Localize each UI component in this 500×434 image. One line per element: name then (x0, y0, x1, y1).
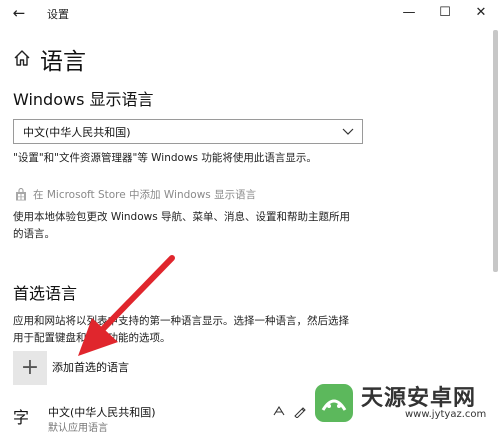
back-arrow-icon[interactable]: ← (8, 3, 30, 23)
preferred-description-line1: 应用和网站将以列表中支持的第一种语言显示。选择一种语言，然后选择 (13, 315, 349, 327)
add-language-button[interactable]: + (13, 351, 47, 385)
title-bar: ← 设置 — ☐ ✕ (0, 0, 500, 28)
handwriting-icon (294, 407, 306, 418)
watermark-url: www.jytyaz.com (405, 409, 487, 420)
preferred-languages-heading: 首选语言 (13, 284, 78, 303)
display-language-value: 中文(中华人民共和国) (23, 126, 131, 139)
display-language-description: "设置"和"文件资源管理器"等 Windows 功能将使用此语言显示。 (13, 152, 317, 164)
speech-icon (273, 405, 285, 416)
maximize-button[interactable]: ☐ (431, 2, 459, 24)
home-icon (14, 50, 30, 66)
language-item-name[interactable]: 中文(中华人民共和国) (48, 404, 156, 420)
microsoft-store-link[interactable]: 在 Microsoft Store 中添加 Windows 显示语言 (33, 187, 256, 202)
preferred-description-line2: 用于配置键盘和其他功能的选项。 (13, 332, 171, 344)
language-icon: 字 (13, 408, 30, 427)
close-button[interactable]: ✕ (467, 2, 495, 24)
add-language-label[interactable]: 添加首选的语言 (52, 359, 129, 375)
minimize-button[interactable]: — (395, 2, 423, 24)
store-description-line1: 使用本地体验包更改 Windows 导航、菜单、消息、设置和帮助主题所用 (13, 211, 351, 223)
watermark-logo (315, 384, 353, 422)
window-title: 设置 (47, 8, 69, 21)
scrollbar[interactable] (493, 30, 498, 272)
page-title: 语言 (40, 49, 86, 75)
chevron-down-icon (342, 128, 354, 135)
plus-icon: + (20, 355, 40, 380)
store-description-line2: 的语言。 (13, 228, 55, 240)
watermark-text: 天源安卓网 (361, 386, 477, 411)
store-bag-icon (16, 188, 26, 201)
display-language-select[interactable]: 中文(中华人民共和国) (13, 119, 363, 144)
display-language-heading: Windows 显示语言 (13, 90, 154, 109)
